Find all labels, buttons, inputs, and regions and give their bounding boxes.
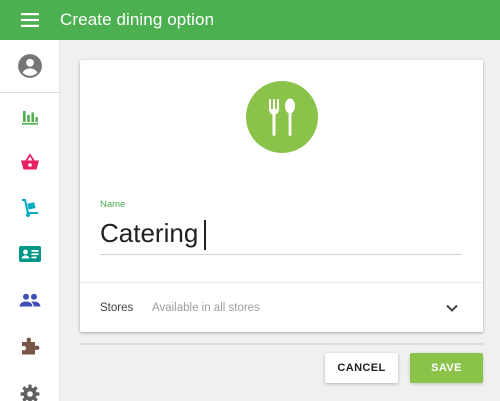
hamburger-menu-icon[interactable] [0,0,60,40]
sidebar-item-reports[interactable] [0,96,60,136]
hand-truck-icon [22,199,38,217]
app-bar: Create dining option [0,0,500,40]
stores-label: Stores [100,301,134,314]
text-caret [204,220,206,250]
hamburger-menu-glyph [21,13,39,27]
puzzle-piece-icon [22,337,40,355]
sidebar-item-employees[interactable] [0,280,60,320]
bar-chart-icon [22,111,38,125]
name-input[interactable] [100,213,462,255]
sidebar-divider [0,92,60,93]
dining-option-card: Name Stores Available in all stores [80,60,483,332]
gear-icon [20,384,40,401]
sidebar-item-items[interactable] [0,142,60,182]
footer-divider [80,343,483,345]
fork-spoon-glyph [269,98,295,136]
account-circle-icon[interactable] [0,46,60,86]
name-label: Name [100,199,126,210]
sidebar [0,40,60,401]
stores-value: Available in all stores [152,301,260,314]
page-title: Create dining option [60,10,215,29]
sidebar-item-settings[interactable] [0,374,60,401]
cancel-button[interactable]: CANCEL [325,353,398,383]
sidebar-item-customers[interactable] [0,234,60,274]
stores-select[interactable]: Stores Available in all stores [80,283,483,332]
save-button[interactable]: SAVE [410,353,483,383]
people-icon [19,293,41,307]
basket-icon [21,153,39,170]
sidebar-item-integrations[interactable] [0,326,60,366]
sidebar-item-inventory[interactable] [0,188,60,228]
chevron-down-icon[interactable] [444,300,460,316]
fork-spoon-icon [246,81,318,153]
id-card-icon [19,246,41,262]
